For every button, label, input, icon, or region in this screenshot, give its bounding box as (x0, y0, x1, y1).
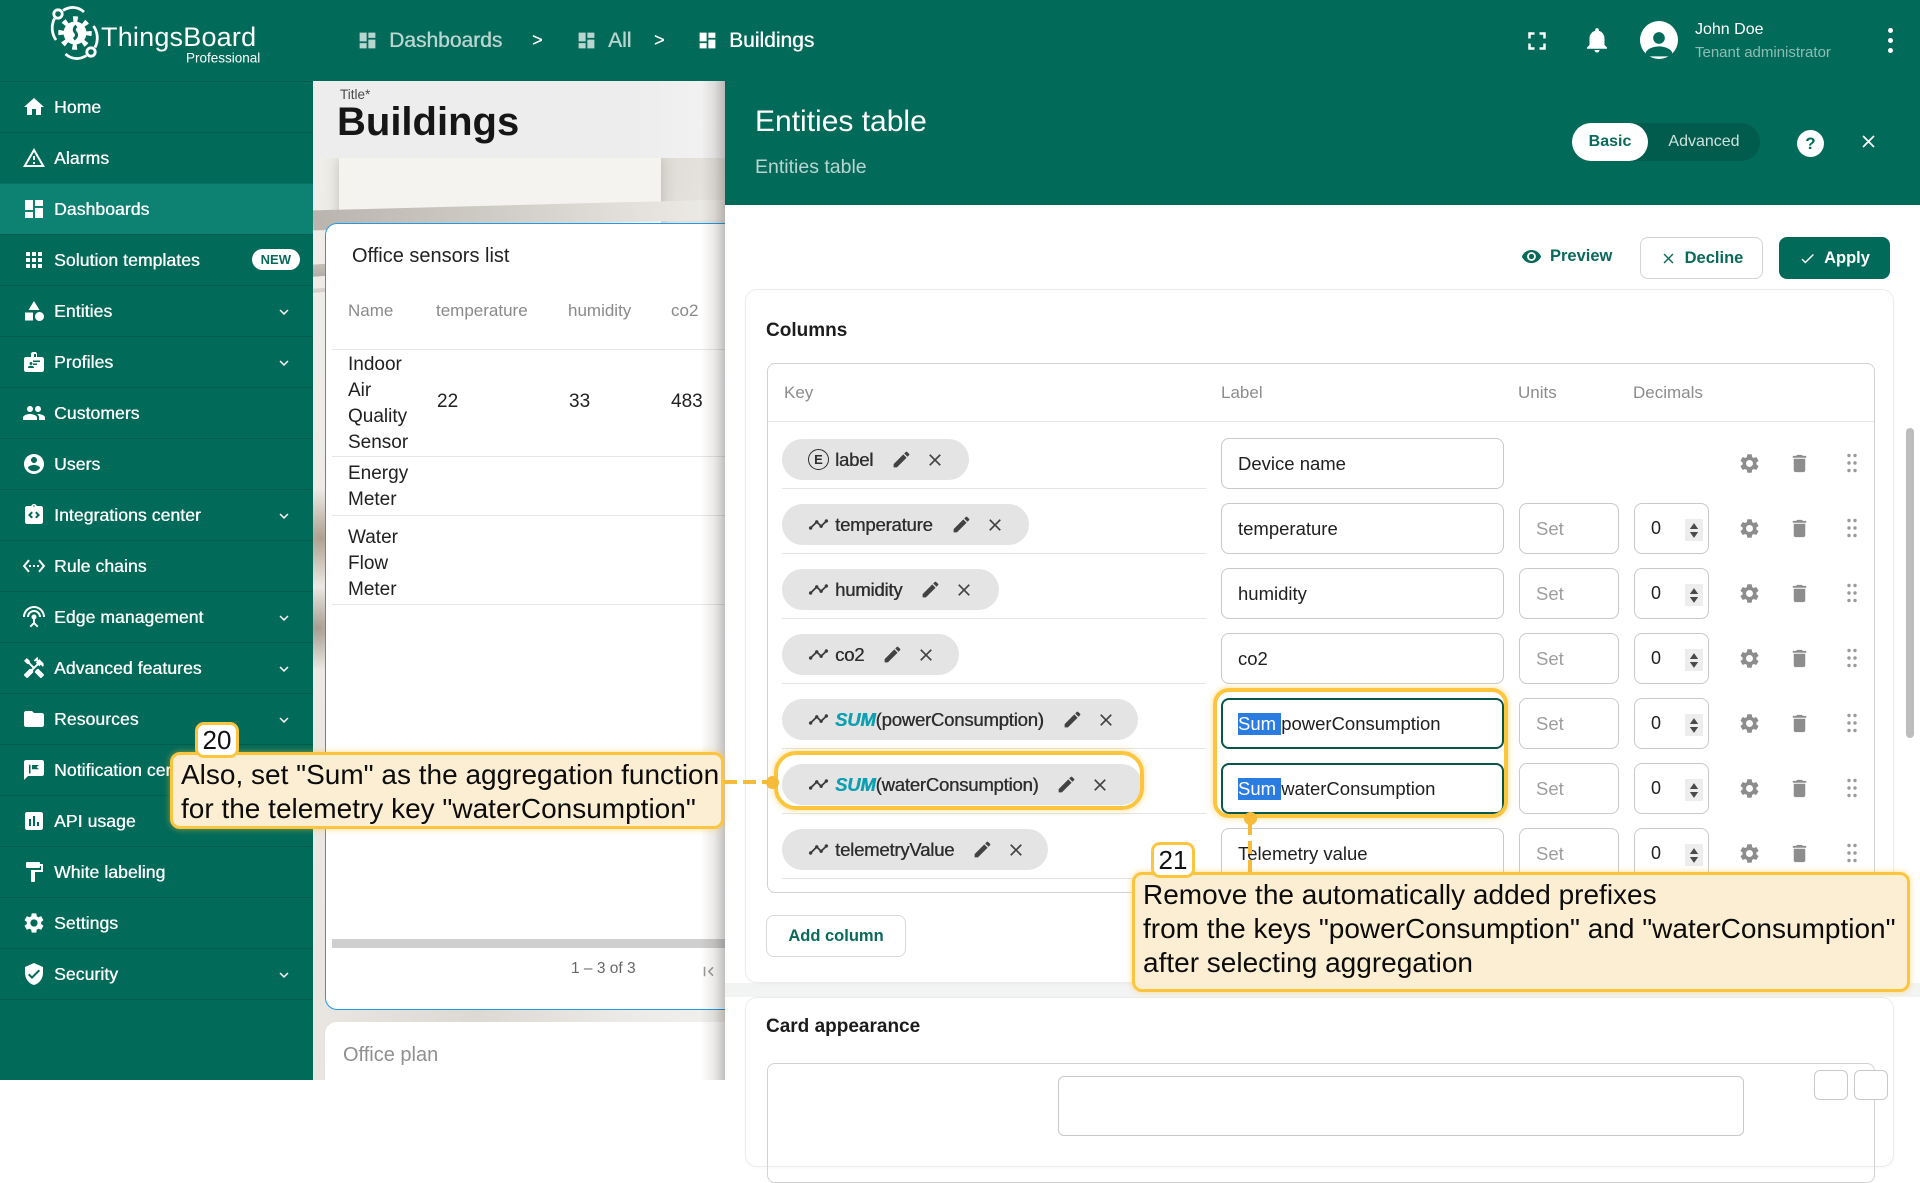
svg-text:Professional: Professional (186, 51, 260, 66)
svg-text:ThingsBoard: ThingsBoard (101, 22, 256, 52)
